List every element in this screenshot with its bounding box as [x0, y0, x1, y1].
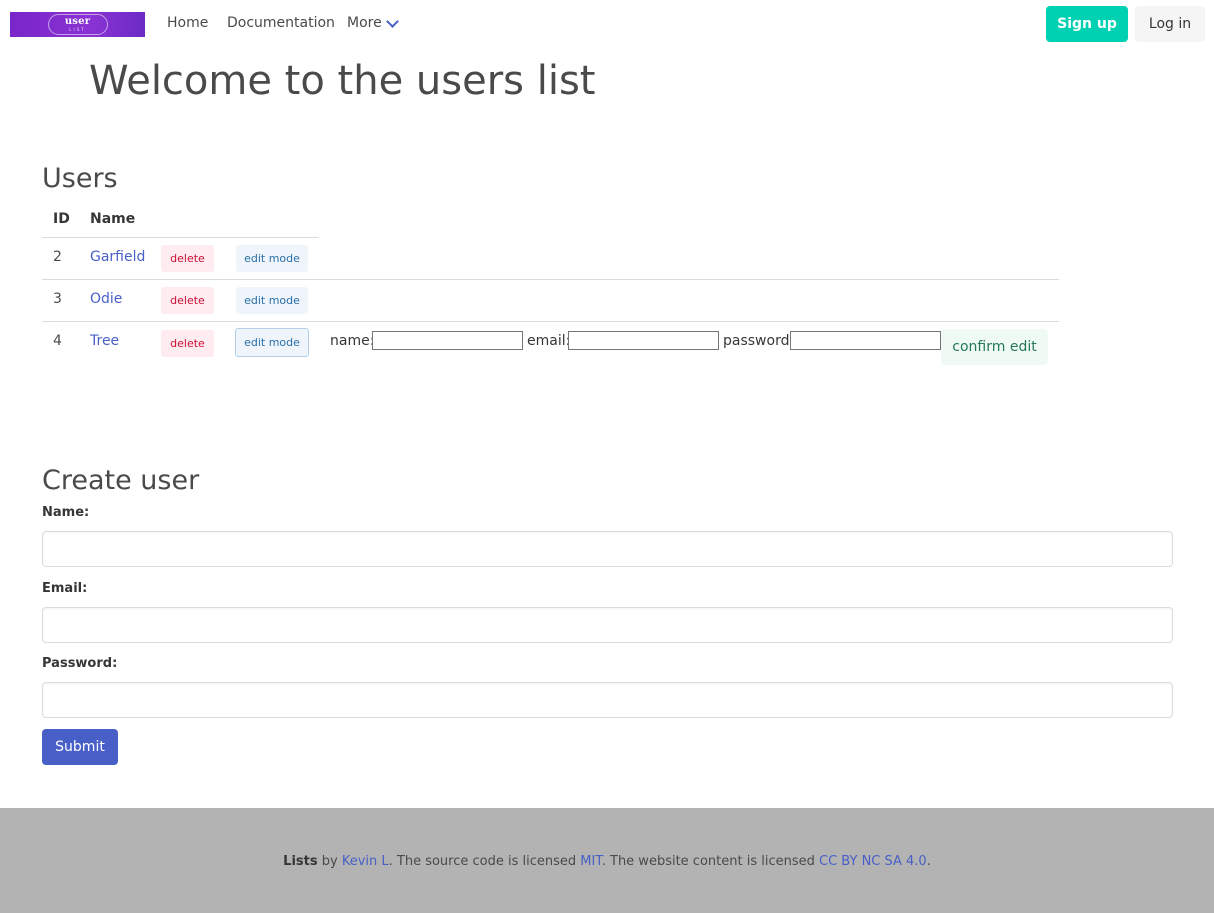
footer-end: .	[926, 854, 931, 869]
name-field-label: Name:	[42, 505, 90, 520]
delete-button[interactable]: delete	[161, 287, 214, 314]
delete-button[interactable]: delete	[161, 245, 214, 272]
password-field-label: Password:	[42, 656, 118, 671]
edit-mode-button[interactable]: edit mode	[236, 287, 308, 314]
email-field[interactable]	[42, 607, 1173, 643]
footer-source-text: . The source code is licensed	[388, 854, 577, 869]
create-user-heading: Create user	[42, 465, 200, 496]
user-id: 3	[53, 291, 62, 307]
brand-sub: LIST	[69, 27, 86, 32]
nav-more-dropdown[interactable]: More	[347, 15, 399, 31]
confirm-edit-button[interactable]: confirm edit	[941, 329, 1048, 365]
footer-project-name: Lists	[283, 854, 318, 869]
edit-mode-button[interactable]: edit mode	[236, 245, 308, 272]
edit-mode-button[interactable]: edit mode	[235, 328, 309, 357]
row-divider	[42, 279, 1059, 280]
user-id: 4	[53, 333, 62, 349]
edit-email-label: email:	[527, 333, 571, 349]
footer-author-link[interactable]: Kevin L	[342, 854, 389, 869]
password-field[interactable]	[42, 682, 1173, 718]
users-heading: Users	[42, 163, 118, 194]
footer-cc-link[interactable]: CC BY NC SA 4.0	[819, 854, 927, 869]
delete-button[interactable]: delete	[161, 330, 214, 357]
edit-password-label: password:	[723, 333, 795, 349]
edit-email-input[interactable]	[568, 331, 719, 350]
row-divider	[42, 321, 1059, 322]
chevron-down-icon	[385, 15, 399, 28]
submit-button[interactable]: Submit	[42, 729, 118, 765]
brand-badge: user LIST	[47, 14, 108, 35]
name-field[interactable]	[42, 531, 1173, 567]
nav-documentation-link[interactable]: Documentation	[227, 15, 335, 31]
signup-button[interactable]: Sign up	[1046, 6, 1128, 42]
column-header-id: ID	[53, 211, 70, 227]
edit-name-label: name:	[330, 333, 375, 349]
footer-text: Lists by Kevin L. The source code is lic…	[0, 854, 1214, 869]
footer-content-text: . The website content is licensed	[601, 854, 815, 869]
user-name-link[interactable]: Garfield	[90, 249, 145, 265]
nav-home-link[interactable]: Home	[167, 15, 208, 31]
brand-logo[interactable]: user LIST	[10, 12, 145, 37]
edit-name-input[interactable]	[372, 331, 523, 350]
edit-password-input[interactable]	[790, 331, 941, 350]
column-header-name: Name	[90, 211, 136, 227]
footer-mit-link[interactable]: MIT	[580, 854, 601, 869]
page-title: Welcome to the users list	[89, 58, 596, 104]
brand-word: user	[64, 16, 91, 27]
user-name-link[interactable]: Tree	[90, 333, 119, 349]
nav-more-label: More	[347, 15, 382, 31]
header-divider	[42, 237, 319, 238]
navbar: user LIST Home Documentation More Sign u…	[0, 0, 1214, 48]
user-id: 2	[53, 249, 62, 265]
login-button[interactable]: Log in	[1135, 6, 1205, 42]
footer-by: by	[321, 854, 338, 869]
email-field-label: Email:	[42, 581, 88, 596]
user-name-link[interactable]: Odie	[90, 291, 122, 307]
